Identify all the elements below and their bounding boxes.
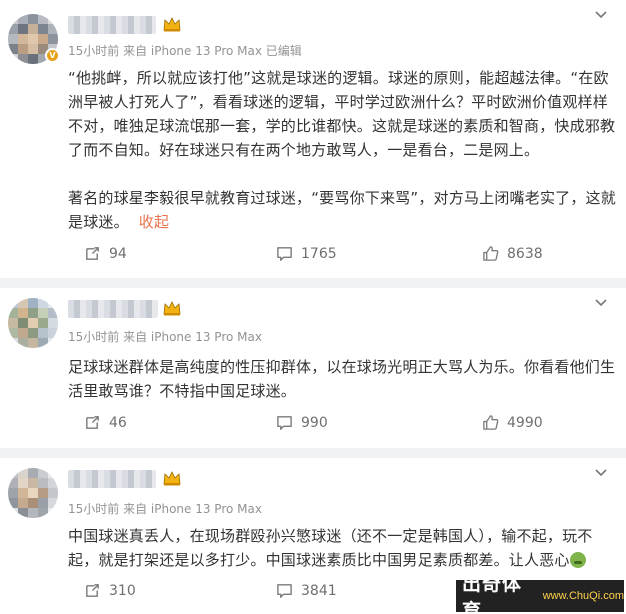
crown-icon bbox=[163, 471, 181, 486]
crown-icon bbox=[163, 17, 181, 32]
chevron-down-icon[interactable] bbox=[594, 296, 608, 310]
username-blurred[interactable] bbox=[68, 16, 156, 34]
comment-button[interactable]: 1765 bbox=[276, 245, 337, 262]
post-text: “他挑衅，所以就应该打他”这就是球迷的逻辑。球迷的原则，能超越法律。“在欧洲早被… bbox=[68, 66, 618, 234]
crown-icon bbox=[163, 301, 181, 316]
chevron-down-icon[interactable] bbox=[594, 466, 608, 480]
like-icon bbox=[483, 415, 499, 430]
divider bbox=[0, 278, 626, 288]
comment-icon bbox=[277, 416, 292, 430]
action-bar: 94 1765 8638 bbox=[0, 245, 626, 265]
comment-count: 990 bbox=[301, 414, 328, 431]
comment-icon bbox=[277, 247, 292, 261]
comment-count: 3841 bbox=[301, 582, 337, 599]
comment-button[interactable]: 990 bbox=[276, 414, 328, 431]
comment-count: 1765 bbox=[301, 245, 337, 262]
username-blurred[interactable] bbox=[68, 300, 158, 318]
post-text: 中国球迷真丢人，在现场群殴孙兴慜球迷（还不一定是韩国人），输不起，玩不起，就是打… bbox=[68, 524, 618, 572]
post-meta: 15小时前 来自 iPhone 13 Pro Max 已编辑 bbox=[68, 44, 302, 58]
username-blurred[interactable] bbox=[68, 470, 156, 488]
repost-count: 94 bbox=[109, 245, 127, 262]
like-button[interactable]: 4990 bbox=[482, 414, 543, 431]
repost-icon bbox=[86, 584, 99, 597]
post-paragraph: “他挑衅，所以就应该打他”这就是球迷的逻辑。球迷的原则，能超越法律。“在欧洲早被… bbox=[68, 69, 616, 159]
post-meta: 15小时前 来自 iPhone 13 Pro Max bbox=[68, 330, 262, 344]
repost-count: 310 bbox=[109, 582, 136, 599]
post-card: 15小时前 来自 iPhone 13 Pro Max 足球球迷群体是高纯度的性压… bbox=[0, 288, 626, 448]
comment-icon bbox=[277, 584, 292, 598]
post-meta: 15小时前 来自 iPhone 13 Pro Max bbox=[68, 502, 262, 516]
repost-button[interactable]: 310 bbox=[84, 582, 136, 599]
repost-icon bbox=[86, 247, 99, 260]
collapse-link[interactable]: 收起 bbox=[139, 213, 169, 231]
repost-button[interactable]: 94 bbox=[84, 245, 127, 262]
post-text: 足球球迷群体是高纯度的性压抑群体，以在球场光明正大骂人为乐。你看看他们生活里敢骂… bbox=[68, 355, 618, 403]
chevron-down-icon[interactable] bbox=[594, 8, 608, 22]
post-card: V 15小时前 来自 iPhone 13 Pro Max 已编辑 “他挑衅，所以… bbox=[0, 0, 626, 278]
disgust-emoji-icon bbox=[569, 552, 586, 568]
repost-count: 46 bbox=[109, 414, 127, 431]
post-paragraph: 著名的球星李毅很早就教育过球迷，“要骂你下来骂”，对方马上闭嘴老实了，这就是球迷… bbox=[68, 189, 616, 231]
post-paragraph: 足球球迷群体是高纯度的性压抑群体，以在球场光明正大骂人为乐。你看看他们生活里敢骂… bbox=[68, 358, 616, 400]
post-paragraph: 中国球迷真丢人，在现场群殴孙兴慜球迷（还不一定是韩国人），输不起，玩不起，就是打… bbox=[68, 527, 593, 569]
like-count: 4990 bbox=[507, 414, 543, 431]
avatar[interactable] bbox=[8, 298, 58, 348]
repost-icon bbox=[86, 416, 99, 429]
site-watermark: 出奇体育 www.ChuQi.com bbox=[456, 573, 624, 614]
like-icon bbox=[483, 246, 499, 261]
verified-badge-icon: V bbox=[45, 48, 60, 63]
avatar[interactable] bbox=[8, 468, 58, 518]
watermark-cn: 出奇体育 bbox=[462, 573, 523, 614]
divider bbox=[0, 448, 626, 458]
like-button[interactable]: 8638 bbox=[482, 245, 543, 262]
comment-button[interactable]: 3841 bbox=[276, 582, 337, 599]
watermark-en: www.ChuQi.com bbox=[542, 590, 624, 602]
like-count: 8638 bbox=[507, 245, 543, 262]
repost-button[interactable]: 46 bbox=[84, 414, 127, 431]
action-bar: 46 990 4990 bbox=[0, 414, 626, 434]
